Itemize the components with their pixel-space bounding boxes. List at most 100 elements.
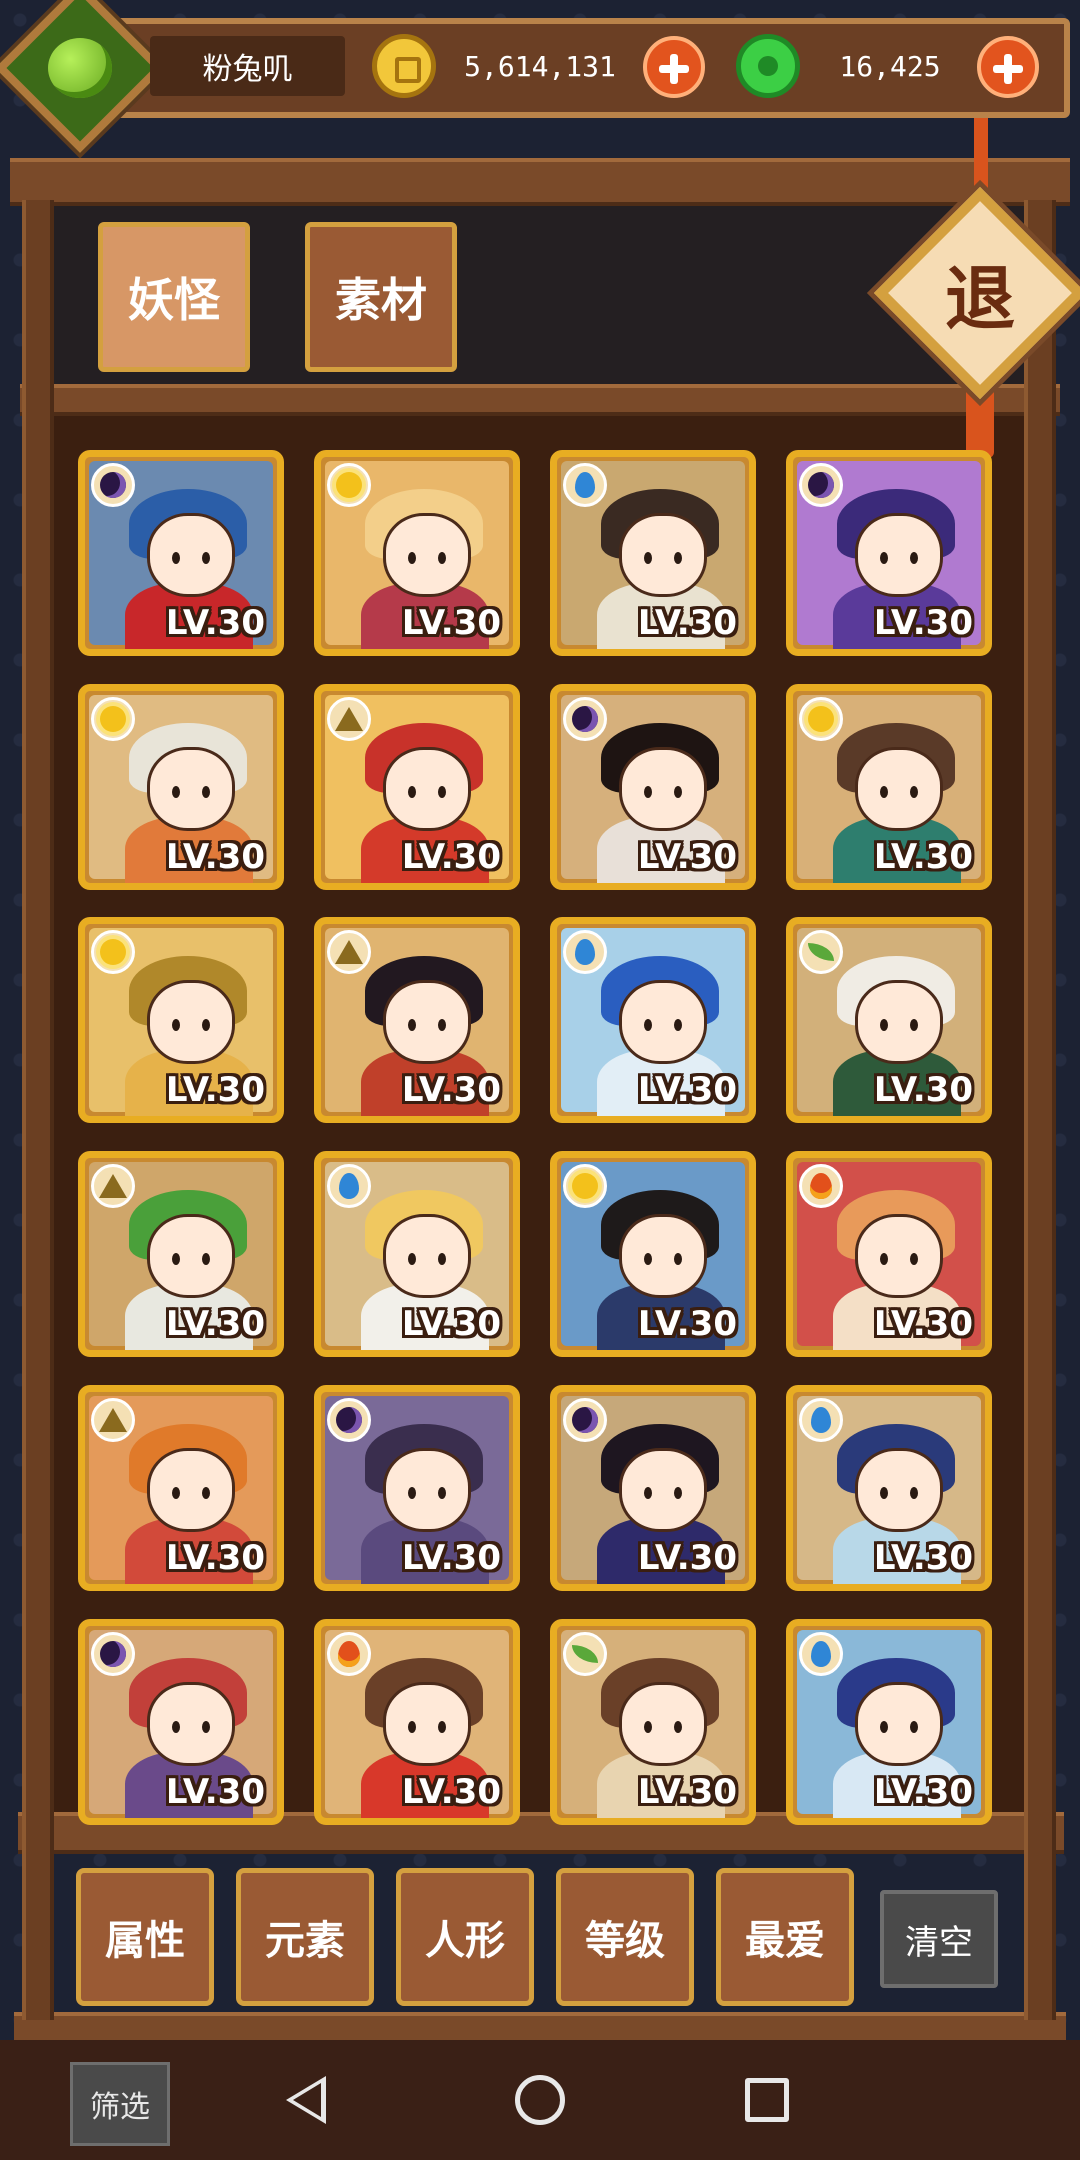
- yokai-face: [619, 747, 707, 831]
- yokai-card[interactable]: LV.30: [550, 917, 756, 1123]
- water-element-icon: [799, 1398, 843, 1442]
- yokai-card[interactable]: LV.30: [786, 1385, 992, 1591]
- level-label: LV.30: [165, 837, 265, 877]
- filter-humanoid-button[interactable]: 人形: [396, 1868, 534, 2006]
- yokai-card[interactable]: LV.30: [78, 1619, 284, 1825]
- yokai-face: [147, 980, 235, 1064]
- yokai-card[interactable]: LV.30: [78, 1385, 284, 1591]
- yokai-card[interactable]: LV.30: [314, 450, 520, 656]
- yokai-card[interactable]: LV.30: [314, 917, 520, 1123]
- level-label: LV.30: [165, 603, 265, 643]
- yokai-card[interactable]: LV.30: [550, 450, 756, 656]
- yokai-face: [147, 1682, 235, 1766]
- level-label: LV.30: [873, 603, 973, 643]
- yokai-face: [619, 513, 707, 597]
- water-element-icon: [327, 1164, 371, 1208]
- filter-favorite-button[interactable]: 最爱: [716, 1868, 854, 2006]
- filter-attribute-button[interactable]: 属性: [76, 1868, 214, 2006]
- add-jade-button[interactable]: [977, 36, 1039, 98]
- top-beam: [10, 158, 1070, 206]
- tab-materials[interactable]: 素材: [305, 222, 457, 372]
- yokai-face: [383, 1448, 471, 1532]
- yokai-card[interactable]: LV.30: [78, 917, 284, 1123]
- yokai-card[interactable]: LV.30: [78, 1151, 284, 1357]
- add-gold-button[interactable]: [643, 36, 705, 98]
- yokai-card[interactable]: LV.30: [550, 684, 756, 890]
- player-name: 粉兔叽: [150, 36, 345, 96]
- sun-element-icon: [91, 697, 135, 741]
- level-label: LV.30: [873, 1772, 973, 1812]
- yokai-card[interactable]: LV.30: [550, 1151, 756, 1357]
- yokai-card[interactable]: LV.30: [786, 450, 992, 656]
- yokai-face: [855, 1214, 943, 1298]
- avatar-icon: [47, 38, 112, 98]
- yokai-card[interactable]: LV.30: [786, 1619, 992, 1825]
- yokai-face: [147, 747, 235, 831]
- yokai-card[interactable]: LV.30: [314, 684, 520, 890]
- yokai-face: [855, 513, 943, 597]
- leaf-element-icon: [799, 930, 843, 974]
- level-label: LV.30: [401, 603, 501, 643]
- level-label: LV.30: [401, 1772, 501, 1812]
- sun-element-icon: [799, 697, 843, 741]
- yokai-card[interactable]: LV.30: [78, 450, 284, 656]
- home-icon[interactable]: [515, 2075, 565, 2125]
- tab-yokai[interactable]: 妖怪: [98, 222, 250, 372]
- yokai-face: [383, 1214, 471, 1298]
- yokai-face: [383, 980, 471, 1064]
- yokai-face: [383, 513, 471, 597]
- yokai-card[interactable]: LV.30: [550, 1385, 756, 1591]
- yokai-card[interactable]: LV.30: [314, 1151, 520, 1357]
- level-label: LV.30: [873, 1070, 973, 1110]
- yokai-card[interactable]: LV.30: [786, 684, 992, 890]
- level-label: LV.30: [873, 1304, 973, 1344]
- level-label: LV.30: [637, 1304, 737, 1344]
- sun-element-icon: [327, 463, 371, 507]
- yokai-face: [147, 1448, 235, 1532]
- moon-element-icon: [563, 697, 607, 741]
- water-element-icon: [799, 1632, 843, 1676]
- yokai-face: [147, 513, 235, 597]
- moon-element-icon: [91, 1632, 135, 1676]
- yokai-card[interactable]: LV.30: [786, 1151, 992, 1357]
- level-label: LV.30: [637, 603, 737, 643]
- back-icon[interactable]: [286, 2076, 326, 2124]
- yokai-face: [619, 980, 707, 1064]
- yokai-card[interactable]: LV.30: [786, 917, 992, 1123]
- yokai-face: [619, 1214, 707, 1298]
- yokai-face: [855, 980, 943, 1064]
- yokai-face: [383, 747, 471, 831]
- yokai-face: [619, 1448, 707, 1532]
- recent-apps-icon[interactable]: [745, 2078, 789, 2122]
- level-label: LV.30: [637, 1538, 737, 1578]
- moon-element-icon: [91, 463, 135, 507]
- middle-beam: [20, 384, 1060, 416]
- jade-coin-icon: [736, 34, 800, 98]
- clear-filters-button[interactable]: 清空: [880, 1890, 998, 1988]
- left-post: [22, 200, 54, 2020]
- filter-level-button[interactable]: 等级: [556, 1868, 694, 2006]
- level-label: LV.30: [637, 1772, 737, 1812]
- leaf-element-icon: [563, 1632, 607, 1676]
- gold-amount: 5,614,131: [464, 49, 616, 83]
- yokai-face: [855, 1448, 943, 1532]
- level-label: LV.30: [401, 1304, 501, 1344]
- exit-label[interactable]: 退: [905, 218, 1055, 368]
- level-label: LV.30: [401, 1538, 501, 1578]
- filter-element-button[interactable]: 元素: [236, 1868, 374, 2006]
- yokai-card[interactable]: LV.30: [314, 1385, 520, 1591]
- yokai-face: [855, 1682, 943, 1766]
- fire-element-icon: [327, 1632, 371, 1676]
- earth-element-icon: [91, 1398, 135, 1442]
- water-element-icon: [563, 930, 607, 974]
- yokai-card[interactable]: LV.30: [78, 684, 284, 890]
- right-post: [1024, 200, 1056, 2020]
- yokai-card[interactable]: LV.30: [314, 1619, 520, 1825]
- yokai-face: [619, 1682, 707, 1766]
- fire-element-icon: [799, 1164, 843, 1208]
- filter-toggle[interactable]: 筛选: [70, 2062, 170, 2146]
- level-label: LV.30: [165, 1772, 265, 1812]
- yokai-card[interactable]: LV.30: [550, 1619, 756, 1825]
- moon-element-icon: [799, 463, 843, 507]
- level-label: LV.30: [401, 837, 501, 877]
